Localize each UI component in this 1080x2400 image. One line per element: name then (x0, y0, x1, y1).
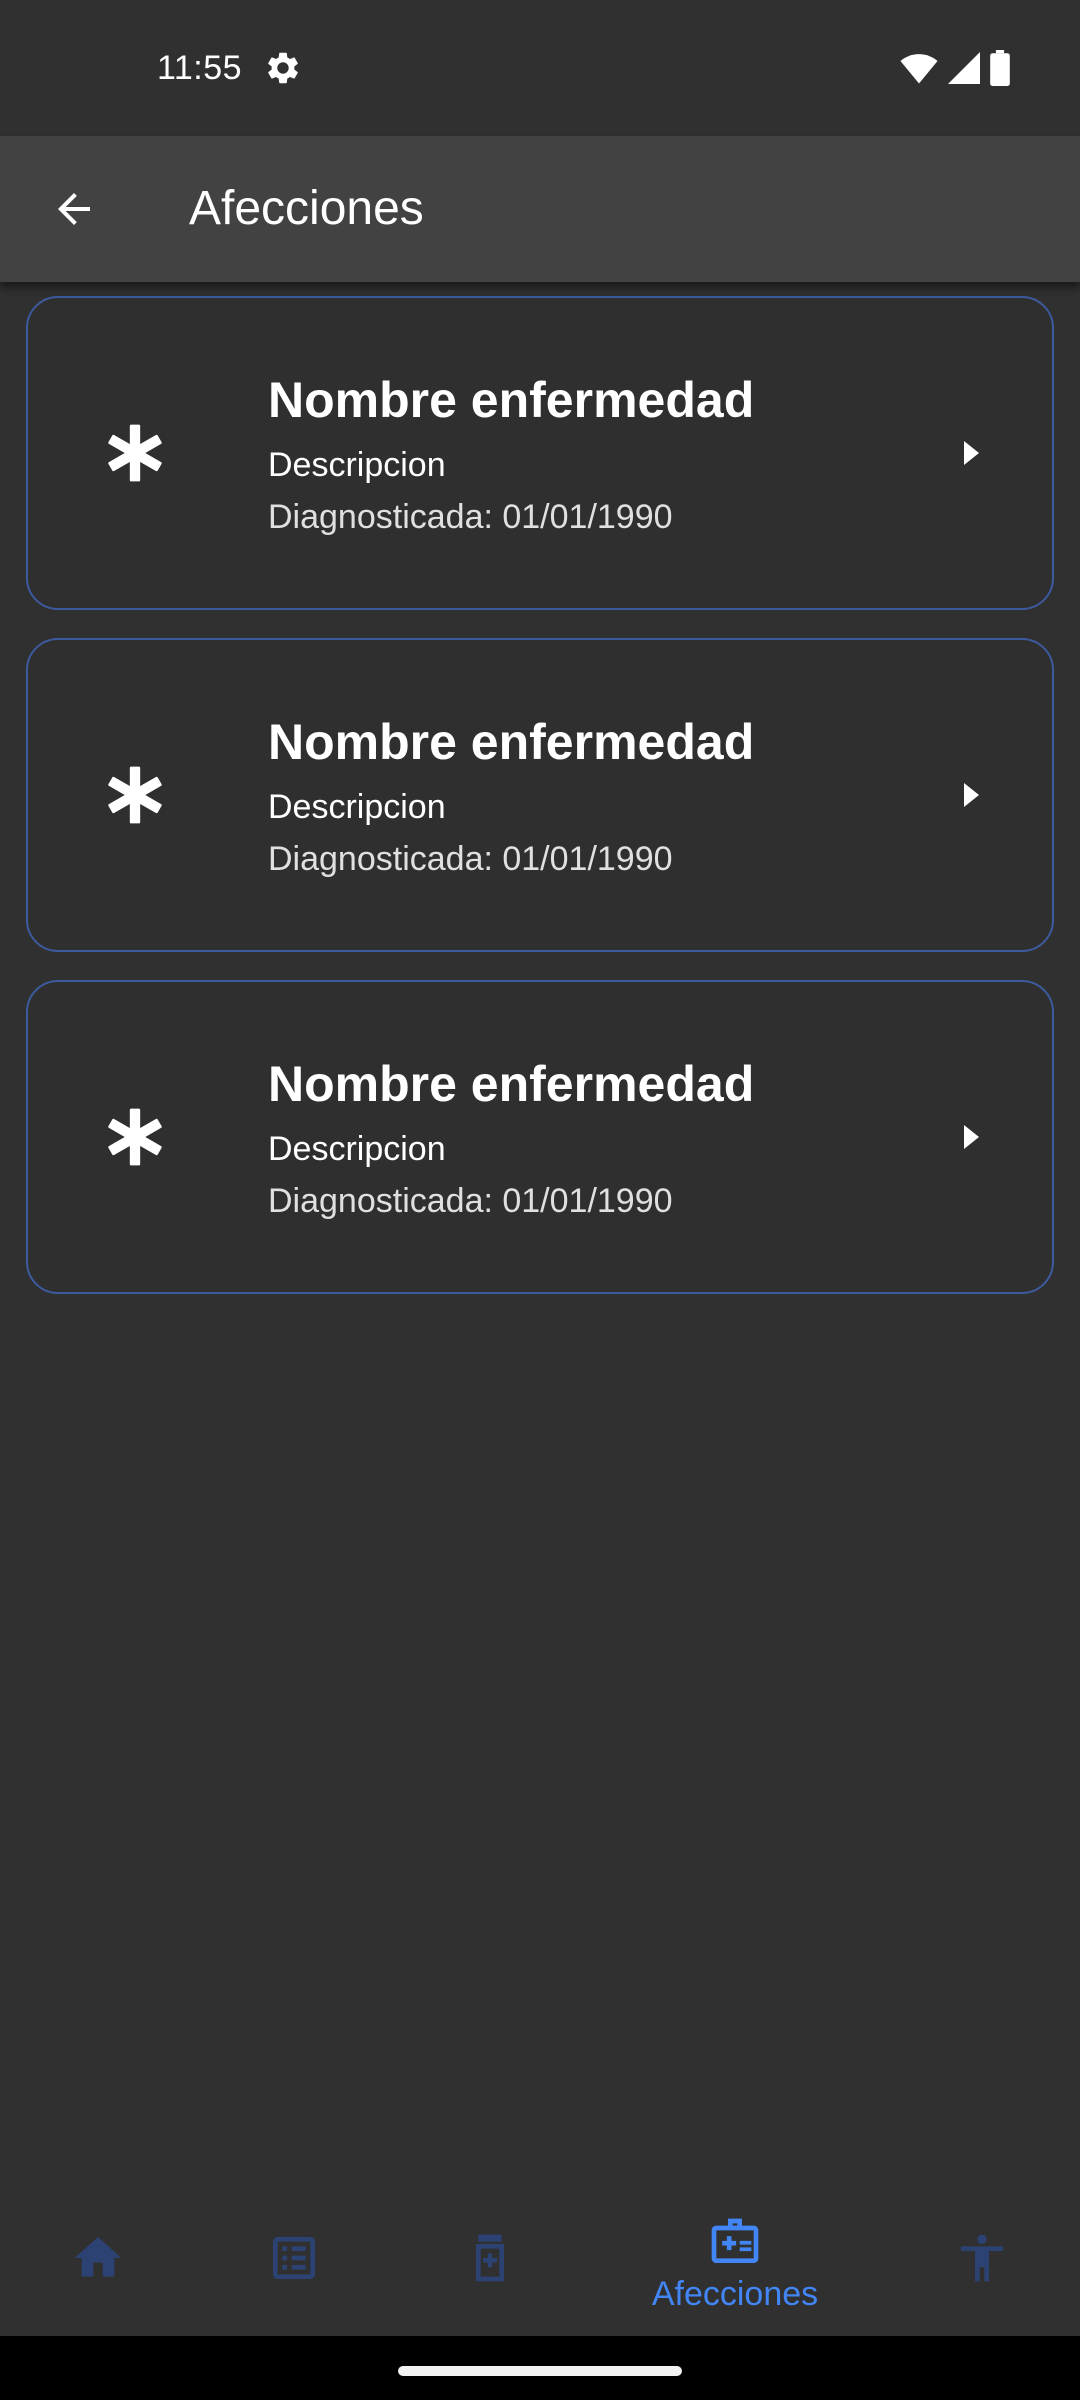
status-icons (900, 50, 1010, 86)
chevron-right-icon (964, 1125, 979, 1149)
nav-item-home[interactable] (58, 2196, 138, 2336)
status-time: 11:55 (157, 49, 243, 87)
nav-item-afecciones[interactable]: Afecciones (640, 2196, 830, 2336)
condition-card[interactable]: Nombre enfermedad Descripcion Diagnostic… (26, 980, 1054, 1294)
home-icon (74, 2237, 122, 2277)
chevron-right-icon (964, 441, 979, 465)
condition-description: Descripcion (268, 1130, 446, 1168)
nav-item-medications[interactable] (450, 2196, 530, 2336)
system-gesture-bar (0, 2336, 1080, 2400)
signal-icon (948, 52, 980, 84)
wifi-icon (900, 54, 938, 84)
status-bar: 11:55 (0, 0, 1080, 136)
asterisk-icon (108, 424, 162, 482)
nav-item-list[interactable] (254, 2196, 334, 2336)
asterisk-icon (108, 1108, 162, 1166)
list-icon (273, 2237, 315, 2279)
arrow-back-icon (58, 193, 90, 225)
condition-card[interactable]: Nombre enfermedad Descripcion Diagnostic… (26, 296, 1054, 610)
chevron-right-icon (964, 783, 979, 807)
settings-gear-icon (268, 52, 298, 84)
medical-kit-icon (711, 2218, 759, 2263)
asterisk-icon (108, 766, 162, 824)
condition-diagnosis-date: Diagnosticada: 01/01/1990 (268, 840, 673, 878)
page-title: Afecciones (189, 182, 424, 235)
condition-diagnosis-date: Diagnosticada: 01/01/1990 (268, 1182, 673, 1220)
condition-name: Nombre enfermedad (268, 372, 755, 428)
condition-name: Nombre enfermedad (268, 1056, 755, 1112)
battery-icon (990, 50, 1010, 86)
back-button[interactable] (38, 173, 110, 245)
condition-diagnosis-date: Diagnosticada: 01/01/1990 (268, 498, 673, 536)
condition-description: Descripcion (268, 788, 446, 826)
medicine-bottle-icon (476, 2234, 504, 2282)
nav-item-accessibility[interactable] (942, 2196, 1022, 2336)
app-bar: Afecciones (0, 136, 1080, 282)
home-gesture-handle[interactable] (398, 2366, 682, 2376)
accessibility-icon (961, 2234, 1003, 2282)
conditions-list: Nombre enfermedad Descripcion Diagnostic… (26, 296, 1054, 1322)
bottom-navigation: Afecciones (0, 2196, 1080, 2336)
nav-label-afecciones: Afecciones (651, 2275, 819, 2313)
condition-card[interactable]: Nombre enfermedad Descripcion Diagnostic… (26, 638, 1054, 952)
condition-description: Descripcion (268, 446, 446, 484)
condition-name: Nombre enfermedad (268, 714, 755, 770)
